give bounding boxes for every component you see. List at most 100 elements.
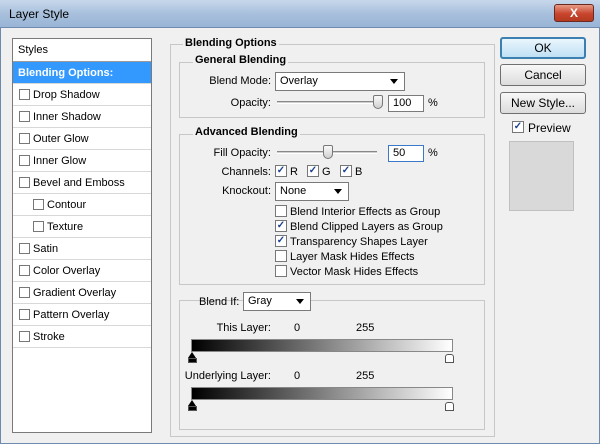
style-item-drop-shadow[interactable]: Drop Shadow bbox=[13, 84, 151, 106]
style-item-stroke[interactable]: Stroke bbox=[13, 326, 151, 348]
close-icon: X bbox=[569, 6, 578, 20]
blending-options-title: Blending Options bbox=[183, 37, 279, 49]
blend-if-group bbox=[179, 300, 485, 430]
channel-b-label: B bbox=[355, 166, 363, 178]
blend-mode-value: Overlay bbox=[280, 75, 318, 87]
style-item-gradient-overlay[interactable]: Gradient Overlay bbox=[13, 282, 151, 304]
blend-interior-checkbox[interactable] bbox=[275, 205, 287, 217]
style-item-texture[interactable]: Texture bbox=[13, 216, 151, 238]
advanced-blending-title: Advanced Blending bbox=[193, 126, 300, 138]
transparency-shapes-label: Transparency Shapes Layer bbox=[290, 236, 428, 248]
blend-if-label: Blend If: bbox=[199, 296, 240, 308]
style-item-label: Outer Glow bbox=[33, 133, 89, 145]
opacity-value: 100 bbox=[393, 97, 412, 109]
fill-opacity-unit: % bbox=[428, 147, 438, 159]
preview-checkbox[interactable]: ✓ bbox=[512, 121, 524, 133]
underlying-layer-white-slider[interactable] bbox=[445, 402, 454, 411]
style-checkbox[interactable] bbox=[19, 177, 30, 188]
this-layer-gradient bbox=[191, 339, 453, 352]
blend-mode-label: Blend Mode: bbox=[209, 75, 271, 87]
blend-interior-label: Blend Interior Effects as Group bbox=[290, 206, 441, 218]
style-checkbox[interactable] bbox=[19, 111, 30, 122]
style-item-blending-options[interactable]: Blending Options: Custom bbox=[13, 62, 151, 101]
style-item-bevel-emboss[interactable]: Bevel and Emboss bbox=[13, 172, 151, 194]
preview-label: Preview bbox=[528, 121, 571, 135]
vector-mask-label: Vector Mask Hides Effects bbox=[290, 266, 419, 278]
preview-swatch bbox=[509, 141, 574, 211]
style-checkbox[interactable] bbox=[19, 89, 30, 100]
fill-opacity-input[interactable]: 50 bbox=[388, 145, 424, 162]
style-item-satin[interactable]: Satin bbox=[13, 238, 151, 260]
opacity-unit: % bbox=[428, 97, 438, 109]
style-item-color-overlay[interactable]: Color Overlay bbox=[13, 260, 151, 282]
underlying-layer-gradient bbox=[191, 387, 453, 400]
fill-opacity-label: Fill Opacity: bbox=[213, 147, 271, 159]
style-item-label: Texture bbox=[47, 221, 84, 233]
underlying-layer-max: 255 bbox=[356, 370, 375, 382]
style-checkbox[interactable] bbox=[19, 133, 30, 144]
blend-clipped-label: Blend Clipped Layers as Group bbox=[290, 221, 443, 233]
knockout-label: Knockout: bbox=[222, 185, 271, 197]
this-layer-max: 255 bbox=[356, 322, 375, 334]
style-checkbox[interactable] bbox=[19, 243, 30, 254]
this-layer-black-slider-base[interactable] bbox=[188, 358, 197, 363]
channels-label: Channels: bbox=[221, 166, 271, 178]
style-checkbox[interactable] bbox=[19, 265, 30, 276]
close-button[interactable]: X bbox=[554, 4, 594, 22]
style-item-inner-glow[interactable]: Inner Glow bbox=[13, 150, 151, 172]
style-item-pattern-overlay[interactable]: Pattern Overlay bbox=[13, 304, 151, 326]
opacity-slider-track[interactable] bbox=[277, 101, 383, 104]
underlying-layer-min: 0 bbox=[294, 370, 301, 382]
opacity-label: Opacity: bbox=[230, 97, 271, 109]
cancel-button[interactable]: Cancel bbox=[500, 64, 586, 86]
chevron-down-icon bbox=[296, 299, 304, 304]
opacity-slider-thumb[interactable] bbox=[373, 95, 383, 109]
style-item-contour[interactable]: Contour bbox=[13, 194, 151, 216]
style-checkbox[interactable] bbox=[19, 287, 30, 298]
ok-button[interactable]: OK bbox=[500, 37, 586, 59]
channel-g-checkbox[interactable]: ✓ bbox=[307, 165, 319, 177]
blend-mode-select[interactable]: Overlay bbox=[275, 72, 405, 91]
channel-r-label: R bbox=[290, 166, 298, 178]
style-item-label: Inner Shadow bbox=[33, 111, 101, 123]
knockout-select[interactable]: None bbox=[275, 182, 349, 201]
chevron-down-icon bbox=[334, 189, 342, 194]
fill-opacity-value: 50 bbox=[393, 147, 406, 159]
style-item-label: Satin bbox=[33, 243, 59, 255]
style-checkbox[interactable] bbox=[33, 221, 44, 232]
transparency-shapes-checkbox[interactable]: ✓ bbox=[275, 235, 287, 247]
style-item-outer-glow[interactable]: Outer Glow bbox=[13, 128, 151, 150]
style-checkbox[interactable] bbox=[19, 309, 30, 320]
opacity-input[interactable]: 100 bbox=[388, 95, 424, 112]
new-style-button[interactable]: New Style... bbox=[500, 92, 586, 114]
style-item-label: Inner Glow bbox=[33, 155, 87, 167]
vector-mask-checkbox[interactable] bbox=[275, 265, 287, 277]
underlying-layer-label: Underlying Layer: bbox=[184, 370, 271, 382]
style-checkbox[interactable] bbox=[19, 155, 30, 166]
blend-clipped-checkbox[interactable]: ✓ bbox=[275, 220, 287, 232]
fill-opacity-slider-thumb[interactable] bbox=[323, 145, 333, 159]
this-layer-label: This Layer: bbox=[216, 322, 271, 334]
styles-list-header[interactable]: Styles bbox=[13, 39, 151, 62]
style-checkbox[interactable] bbox=[33, 199, 44, 210]
style-item-label: Stroke bbox=[33, 331, 65, 343]
styles-list: Styles Blending Options: Custom Drop Sha… bbox=[12, 38, 152, 433]
style-item-label: Color Overlay bbox=[33, 265, 101, 277]
layer-mask-checkbox[interactable] bbox=[275, 250, 287, 262]
style-item-label: Drop Shadow bbox=[33, 89, 100, 101]
channel-r-checkbox[interactable]: ✓ bbox=[275, 165, 287, 177]
chevron-down-icon bbox=[390, 79, 398, 84]
style-item-label: Contour bbox=[47, 199, 87, 211]
style-item-label: Gradient Overlay bbox=[33, 287, 117, 299]
this-layer-white-slider[interactable] bbox=[445, 354, 454, 363]
knockout-value: None bbox=[280, 185, 307, 197]
blend-if-value: Gray bbox=[248, 295, 272, 307]
underlying-layer-black-slider-base[interactable] bbox=[188, 406, 197, 411]
style-item-inner-shadow[interactable]: Inner Shadow bbox=[13, 106, 151, 128]
window-title: Layer Style bbox=[9, 7, 70, 21]
this-layer-min: 0 bbox=[294, 322, 301, 334]
style-checkbox[interactable] bbox=[19, 331, 30, 342]
channel-g-label: G bbox=[322, 166, 331, 178]
channel-b-checkbox[interactable]: ✓ bbox=[340, 165, 352, 177]
blend-if-select[interactable]: Gray bbox=[243, 292, 311, 311]
